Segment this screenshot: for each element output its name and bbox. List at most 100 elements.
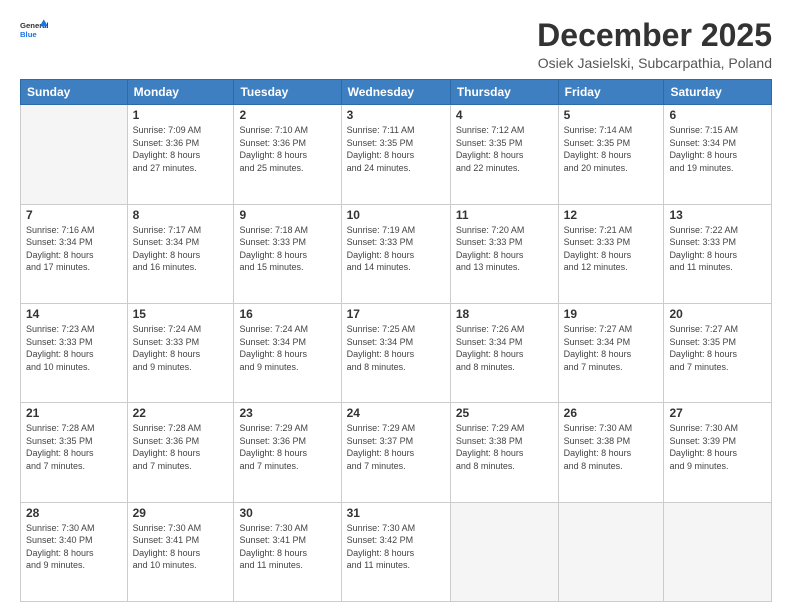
day-number: 7 [26, 208, 122, 222]
day-info: Sunrise: 7:10 AM Sunset: 3:36 PM Dayligh… [239, 124, 335, 174]
calendar-cell: 11 Sunrise: 7:20 AM Sunset: 3:33 PM Dayli… [450, 204, 558, 303]
calendar-cell: 22Sunrise: 7:28 AM Sunset: 3:36 PM Dayli… [127, 403, 234, 502]
day-number: 18 [456, 307, 553, 321]
day-info: Sunrise: 7:27 AM Sunset: 3:35 PM Dayligh… [669, 323, 766, 373]
calendar-cell [21, 105, 128, 204]
day-info: Sunrise: 7:18 AM Sunset: 3:33 PM Dayligh… [239, 224, 335, 274]
month-title: December 2025 [537, 18, 772, 53]
day-info: Sunrise: 7:16 AM Sunset: 3:34 PM Dayligh… [26, 224, 122, 274]
calendar-cell: 26 Sunrise: 7:30 AM Sunset: 3:38 PM Dayli… [558, 403, 664, 502]
day-number: 20 [669, 307, 766, 321]
day-number: 12 [564, 208, 659, 222]
day-info: Sunrise: 7:11 AM Sunset: 3:35 PM Dayligh… [347, 124, 445, 174]
svg-text:Blue: Blue [20, 30, 37, 39]
calendar-cell [664, 502, 772, 601]
week-row-4: 28Sunrise: 7:30 AM Sunset: 3:40 PM Dayli… [21, 502, 772, 601]
calendar-cell: 19 Sunrise: 7:27 AM Sunset: 3:34 PM Dayli… [558, 303, 664, 402]
day-info: Sunrise: 7:23 AM Sunset: 3:33 PM Dayligh… [26, 323, 122, 373]
day-number: 21 [26, 406, 122, 420]
day-info: Sunrise: 7:27 AM Sunset: 3:34 PM Dayligh… [564, 323, 659, 373]
day-info: Sunrise: 7:29 AM Sunset: 3:38 PM Dayligh… [456, 422, 553, 472]
day-number: 11 [456, 208, 553, 222]
calendar-cell: 10 Sunrise: 7:19 AM Sunset: 3:33 PM Dayli… [341, 204, 450, 303]
day-info: Sunrise: 7:30 AM Sunset: 3:41 PM Dayligh… [239, 522, 335, 572]
day-info: Sunrise: 7:26 AM Sunset: 3:34 PM Dayligh… [456, 323, 553, 373]
calendar-body: 1 Sunrise: 7:09 AM Sunset: 3:36 PM Daylig… [21, 105, 772, 602]
calendar-cell: 28Sunrise: 7:30 AM Sunset: 3:40 PM Dayli… [21, 502, 128, 601]
day-info: Sunrise: 7:17 AM Sunset: 3:34 PM Dayligh… [133, 224, 229, 274]
day-number: 8 [133, 208, 229, 222]
day-number: 2 [239, 108, 335, 122]
day-info: Sunrise: 7:30 AM Sunset: 3:38 PM Dayligh… [564, 422, 659, 472]
weekday-header-monday: Monday [127, 80, 234, 105]
day-info: Sunrise: 7:29 AM Sunset: 3:36 PM Dayligh… [239, 422, 335, 472]
calendar-cell: 24Sunrise: 7:29 AM Sunset: 3:37 PM Dayli… [341, 403, 450, 502]
calendar-cell: 20 Sunrise: 7:27 AM Sunset: 3:35 PM Dayli… [664, 303, 772, 402]
day-info: Sunrise: 7:22 AM Sunset: 3:33 PM Dayligh… [669, 224, 766, 274]
calendar-cell: 13Sunrise: 7:22 AM Sunset: 3:33 PM Dayli… [664, 204, 772, 303]
day-info: Sunrise: 7:14 AM Sunset: 3:35 PM Dayligh… [564, 124, 659, 174]
page: General Blue December 2025 Osiek Jasiels… [0, 0, 792, 612]
calendar-cell: 9 Sunrise: 7:18 AM Sunset: 3:33 PM Daylig… [234, 204, 341, 303]
day-info: Sunrise: 7:15 AM Sunset: 3:34 PM Dayligh… [669, 124, 766, 174]
week-row-0: 1 Sunrise: 7:09 AM Sunset: 3:36 PM Daylig… [21, 105, 772, 204]
logo-icon: General Blue [20, 18, 48, 46]
day-number: 9 [239, 208, 335, 222]
day-number: 15 [133, 307, 229, 321]
calendar-cell: 29Sunrise: 7:30 AM Sunset: 3:41 PM Dayli… [127, 502, 234, 601]
calendar-cell: 3 Sunrise: 7:11 AM Sunset: 3:35 PM Daylig… [341, 105, 450, 204]
weekday-header-tuesday: Tuesday [234, 80, 341, 105]
day-number: 1 [133, 108, 229, 122]
day-number: 14 [26, 307, 122, 321]
calendar-cell: 6 Sunrise: 7:15 AM Sunset: 3:34 PM Daylig… [664, 105, 772, 204]
calendar-cell: 25 Sunrise: 7:29 AM Sunset: 3:38 PM Dayli… [450, 403, 558, 502]
calendar-cell: 2 Sunrise: 7:10 AM Sunset: 3:36 PM Daylig… [234, 105, 341, 204]
calendar-cell [450, 502, 558, 601]
day-info: Sunrise: 7:30 AM Sunset: 3:41 PM Dayligh… [133, 522, 229, 572]
day-number: 10 [347, 208, 445, 222]
day-number: 4 [456, 108, 553, 122]
day-number: 16 [239, 307, 335, 321]
calendar-cell: 18 Sunrise: 7:26 AM Sunset: 3:34 PM Dayli… [450, 303, 558, 402]
day-info: Sunrise: 7:25 AM Sunset: 3:34 PM Dayligh… [347, 323, 445, 373]
day-info: Sunrise: 7:12 AM Sunset: 3:35 PM Dayligh… [456, 124, 553, 174]
day-info: Sunrise: 7:24 AM Sunset: 3:33 PM Dayligh… [133, 323, 229, 373]
day-number: 28 [26, 506, 122, 520]
day-info: Sunrise: 7:29 AM Sunset: 3:37 PM Dayligh… [347, 422, 445, 472]
day-info: Sunrise: 7:30 AM Sunset: 3:39 PM Dayligh… [669, 422, 766, 472]
day-info: Sunrise: 7:09 AM Sunset: 3:36 PM Dayligh… [133, 124, 229, 174]
calendar-cell: 7 Sunrise: 7:16 AM Sunset: 3:34 PM Daylig… [21, 204, 128, 303]
calendar-cell: 21Sunrise: 7:28 AM Sunset: 3:35 PM Dayli… [21, 403, 128, 502]
day-info: Sunrise: 7:19 AM Sunset: 3:33 PM Dayligh… [347, 224, 445, 274]
day-number: 26 [564, 406, 659, 420]
day-number: 27 [669, 406, 766, 420]
week-row-1: 7 Sunrise: 7:16 AM Sunset: 3:34 PM Daylig… [21, 204, 772, 303]
day-info: Sunrise: 7:20 AM Sunset: 3:33 PM Dayligh… [456, 224, 553, 274]
calendar-cell: 14 Sunrise: 7:23 AM Sunset: 3:33 PM Dayli… [21, 303, 128, 402]
day-number: 5 [564, 108, 659, 122]
day-number: 23 [239, 406, 335, 420]
day-number: 30 [239, 506, 335, 520]
calendar-cell: 5 Sunrise: 7:14 AM Sunset: 3:35 PM Daylig… [558, 105, 664, 204]
calendar-cell [558, 502, 664, 601]
day-number: 19 [564, 307, 659, 321]
calendar-cell: 30 Sunrise: 7:30 AM Sunset: 3:41 PM Dayli… [234, 502, 341, 601]
calendar-cell: 31Sunrise: 7:30 AM Sunset: 3:42 PM Dayli… [341, 502, 450, 601]
calendar-cell: 4 Sunrise: 7:12 AM Sunset: 3:35 PM Daylig… [450, 105, 558, 204]
calendar-cell: 27 Sunrise: 7:30 AM Sunset: 3:39 PM Dayli… [664, 403, 772, 502]
day-number: 6 [669, 108, 766, 122]
day-number: 17 [347, 307, 445, 321]
calendar-cell: 17 Sunrise: 7:25 AM Sunset: 3:34 PM Dayli… [341, 303, 450, 402]
day-info: Sunrise: 7:21 AM Sunset: 3:33 PM Dayligh… [564, 224, 659, 274]
logo: General Blue [20, 18, 48, 46]
weekday-header-thursday: Thursday [450, 80, 558, 105]
calendar-table: SundayMondayTuesdayWednesdayThursdayFrid… [20, 79, 772, 602]
week-row-3: 21Sunrise: 7:28 AM Sunset: 3:35 PM Dayli… [21, 403, 772, 502]
calendar-cell: 1 Sunrise: 7:09 AM Sunset: 3:36 PM Daylig… [127, 105, 234, 204]
location-subtitle: Osiek Jasielski, Subcarpathia, Poland [537, 55, 772, 71]
day-number: 3 [347, 108, 445, 122]
weekday-header-friday: Friday [558, 80, 664, 105]
calendar-cell: 15 Sunrise: 7:24 AM Sunset: 3:33 PM Dayli… [127, 303, 234, 402]
day-number: 25 [456, 406, 553, 420]
day-number: 22 [133, 406, 229, 420]
